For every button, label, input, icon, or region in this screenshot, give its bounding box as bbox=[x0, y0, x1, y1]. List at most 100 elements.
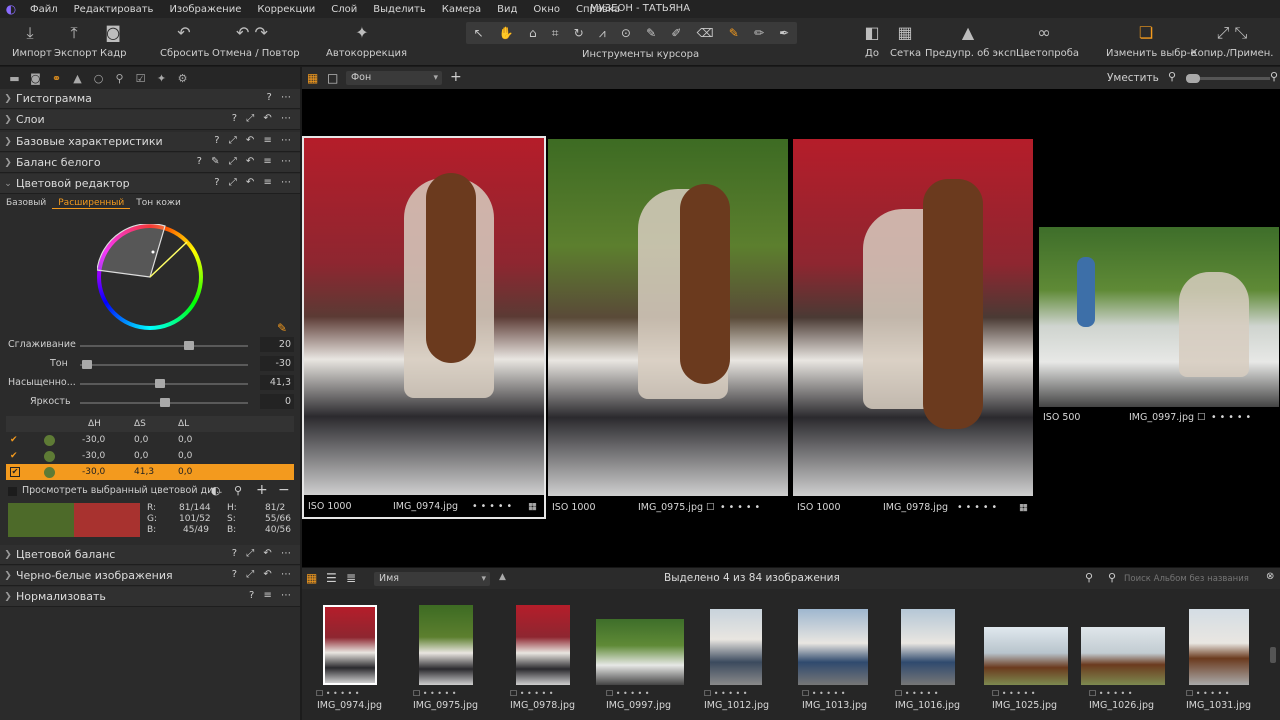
copy-apply-button[interactable]: ⤢ ⤡ Копир./Примен. bbox=[1190, 22, 1274, 59]
zoom-icon[interactable]: ⚲ bbox=[1085, 571, 1093, 584]
thumbnail[interactable]: ☐ • • • • • IMG_0975.jpg bbox=[413, 605, 478, 711]
section-color-editor[interactable]: ⌄ Цветовой редактор? ⤢ ↶ ≡ ⋯ bbox=[0, 174, 300, 194]
table-row[interactable]: ✔ -30,0 0,0 0,0 bbox=[6, 432, 294, 448]
import-button[interactable]: ⤓ Импорт bbox=[12, 22, 52, 59]
exposure-tab-icon[interactable]: ▲ bbox=[67, 72, 88, 85]
menu-select[interactable]: Выделить bbox=[365, 4, 433, 15]
sort-select[interactable]: Имя bbox=[374, 572, 490, 586]
table-row[interactable]: ✔ -30,0 0,0 0,0 bbox=[6, 448, 294, 464]
keystone-icon[interactable]: ⩘ bbox=[599, 26, 606, 41]
pan-icon[interactable]: ✋ bbox=[499, 26, 514, 40]
checkbox[interactable]: ✔ bbox=[10, 451, 18, 461]
rating-dots[interactable]: • • • • • bbox=[1211, 412, 1251, 423]
add-icon[interactable]: + bbox=[256, 482, 268, 498]
folder-icon[interactable]: ▬ bbox=[4, 72, 25, 85]
photo-card[interactable]: ISO 500 IMG_0997.jpg ☐ • • • • • bbox=[1039, 227, 1279, 427]
table-row-selected[interactable]: ✔ -30,0 41,3 0,0 bbox=[6, 464, 294, 480]
tab-advanced[interactable]: Расширенный bbox=[52, 198, 131, 209]
section-normalize[interactable]: ❯ Нормализовать? ≡ ⋯ bbox=[0, 587, 300, 607]
reset-button[interactable]: ↶ Сбросить bbox=[160, 22, 209, 59]
slider-saturation[interactable]: Насыщенно... 41,3 bbox=[0, 375, 300, 393]
slider-knob[interactable] bbox=[160, 398, 170, 407]
slider-brightness[interactable]: Яркость 0 bbox=[0, 394, 300, 412]
rating-dots[interactable]: ☐ • • • • • bbox=[704, 689, 747, 698]
annotate-icon[interactable]: ✏ bbox=[754, 26, 764, 40]
filmstrip-view-icon[interactable]: ≣ bbox=[346, 571, 356, 585]
change-selection-button[interactable]: ❏ Изменить выбр-е bbox=[1106, 22, 1197, 59]
eraser-icon[interactable]: ⌫ bbox=[697, 26, 714, 40]
zoom-in-icon[interactable]: ⚲ bbox=[1270, 70, 1278, 83]
thumbnail[interactable]: ☐ • • • • • IMG_1012.jpg bbox=[704, 605, 769, 711]
layer-select[interactable]: Фон bbox=[346, 71, 442, 85]
thumbnail[interactable]: ☐ • • • • • IMG_1025.jpg bbox=[984, 605, 1068, 711]
thumbnail[interactable]: ☐ • • • • • IMG_1026.jpg bbox=[1081, 605, 1165, 711]
frame-button[interactable]: ◙ Кадр bbox=[100, 22, 127, 59]
thumbnail[interactable]: ☐ • • • • • IMG_0997.jpg bbox=[596, 605, 684, 711]
crop-frame-icon[interactable]: ⌂ bbox=[529, 26, 537, 40]
section-controls[interactable]: ? ⤢ ↶ ⋯ bbox=[232, 113, 294, 124]
add-layer-icon[interactable]: + bbox=[450, 69, 462, 85]
undo-redo-button[interactable]: ↶ ↷ Отмена / Повтор bbox=[212, 22, 300, 59]
rating-dots[interactable]: • • • • • bbox=[720, 502, 760, 513]
section-controls[interactable]: ? ⤢ ↶ ⋯ bbox=[232, 548, 294, 559]
menu-view[interactable]: Вид bbox=[489, 4, 525, 15]
menu-camera[interactable]: Камера bbox=[434, 4, 489, 15]
clear-search-icon[interactable]: ⊗ bbox=[1266, 571, 1274, 582]
settings-tab-icon[interactable]: ⚙ bbox=[172, 72, 193, 85]
fit-button[interactable]: Уместить bbox=[1107, 72, 1159, 84]
crop-icon[interactable]: ⌗ bbox=[552, 26, 559, 41]
section-controls[interactable]: ? ⤢ ↶ ≡ ⋯ bbox=[214, 135, 294, 146]
picker-icon[interactable]: ⚲ bbox=[234, 484, 242, 497]
photo-card[interactable]: ISO 1000 IMG_0975.jpg ☐ • • • • • bbox=[548, 139, 788, 517]
zoom-out-icon[interactable]: ⚲ bbox=[1168, 70, 1176, 83]
photo-card[interactable]: ISO 1000 IMG_0978.jpg • • • • • ▦ bbox=[793, 139, 1033, 517]
section-black-white[interactable]: ❯ Черно-белые изображения? ⤢ ↶ ⋯ bbox=[0, 566, 300, 586]
menu-file[interactable]: Файл bbox=[22, 4, 66, 15]
section-histogram[interactable]: ❯ Гистограмма? ⋯ bbox=[0, 89, 300, 109]
menu-window[interactable]: Окно bbox=[525, 4, 568, 15]
section-controls[interactable]: ? ≡ ⋯ bbox=[249, 590, 294, 601]
details-tab-icon[interactable]: ⚲ bbox=[109, 72, 130, 85]
section-layers[interactable]: ❯ Слои? ⤢ ↶ ⋯ bbox=[0, 110, 300, 130]
section-white-balance[interactable]: ❯ Баланс белого? ✎ ⤢ ↶ ≡ ⋯ bbox=[0, 153, 300, 173]
section-controls[interactable]: ? ⤢ ↶ ≡ ⋯ bbox=[214, 177, 294, 188]
rating-dots[interactable]: ☐ • • • • • bbox=[1089, 689, 1132, 698]
lens-tab-icon[interactable]: ○ bbox=[88, 72, 109, 85]
slider-knob[interactable] bbox=[155, 379, 165, 388]
color-picker-icon[interactable]: ✎ bbox=[729, 26, 739, 40]
picker-icon[interactable]: ✎ bbox=[646, 26, 656, 40]
menu-adjustments[interactable]: Коррекции bbox=[249, 4, 323, 15]
remove-icon[interactable]: − bbox=[278, 482, 290, 498]
color-range-selector[interactable] bbox=[97, 224, 203, 330]
thumbnail[interactable]: ☐ • • • • • IMG_0974.jpg bbox=[316, 605, 382, 711]
color-wheel[interactable] bbox=[97, 224, 203, 330]
sort-direction-icon[interactable]: ▲ bbox=[499, 572, 506, 582]
brightness-value[interactable]: 0 bbox=[260, 394, 294, 409]
slider-knob[interactable] bbox=[184, 341, 194, 350]
tab-basic[interactable]: Базовый bbox=[0, 198, 52, 208]
tab-skin-tone[interactable]: Тон кожи bbox=[130, 198, 187, 208]
color-proof-button[interactable]: ∞ Цветопроба bbox=[1016, 22, 1079, 59]
single-view-icon[interactable]: □ bbox=[327, 71, 338, 85]
rating-dots[interactable]: ☐ • • • • • bbox=[802, 689, 845, 698]
before-button[interactable]: ◧ До bbox=[858, 22, 886, 59]
multi-view-icon[interactable]: ▦ bbox=[307, 71, 318, 85]
rating-dots[interactable]: • • • • • bbox=[957, 502, 997, 513]
list-view-icon[interactable]: ☰ bbox=[326, 571, 337, 585]
color-tag-icon[interactable]: ▦ bbox=[1019, 502, 1028, 513]
thumbnail[interactable]: ☐ • • • • • IMG_1016.jpg bbox=[895, 605, 960, 711]
label-checkbox[interactable]: ☐ bbox=[1197, 412, 1206, 423]
menu-edit[interactable]: Редактировать bbox=[66, 4, 162, 15]
section-color-balance[interactable]: ❯ Цветовой баланс? ⤢ ↶ ⋯ bbox=[0, 545, 300, 565]
checkbox[interactable]: ✔ bbox=[10, 467, 20, 477]
autocorrect-button[interactable]: ✦ Автокоррекция bbox=[326, 22, 407, 59]
slider-smoothing[interactable]: Сглаживание 20 bbox=[0, 337, 300, 355]
thumbnail[interactable]: ☐ • • • • • IMG_1013.jpg bbox=[798, 605, 868, 711]
slider-hue[interactable]: Тон -30 bbox=[0, 356, 300, 374]
hue-value[interactable]: -30 bbox=[260, 356, 294, 371]
camera-tab-icon[interactable]: ◙ bbox=[25, 72, 46, 85]
half-circle-icon[interactable]: ◐ bbox=[211, 484, 221, 497]
saturation-value[interactable]: 41,3 bbox=[260, 375, 294, 390]
scrollbar[interactable] bbox=[1270, 647, 1276, 663]
rating-dots[interactable]: ☐ • • • • • bbox=[992, 689, 1035, 698]
